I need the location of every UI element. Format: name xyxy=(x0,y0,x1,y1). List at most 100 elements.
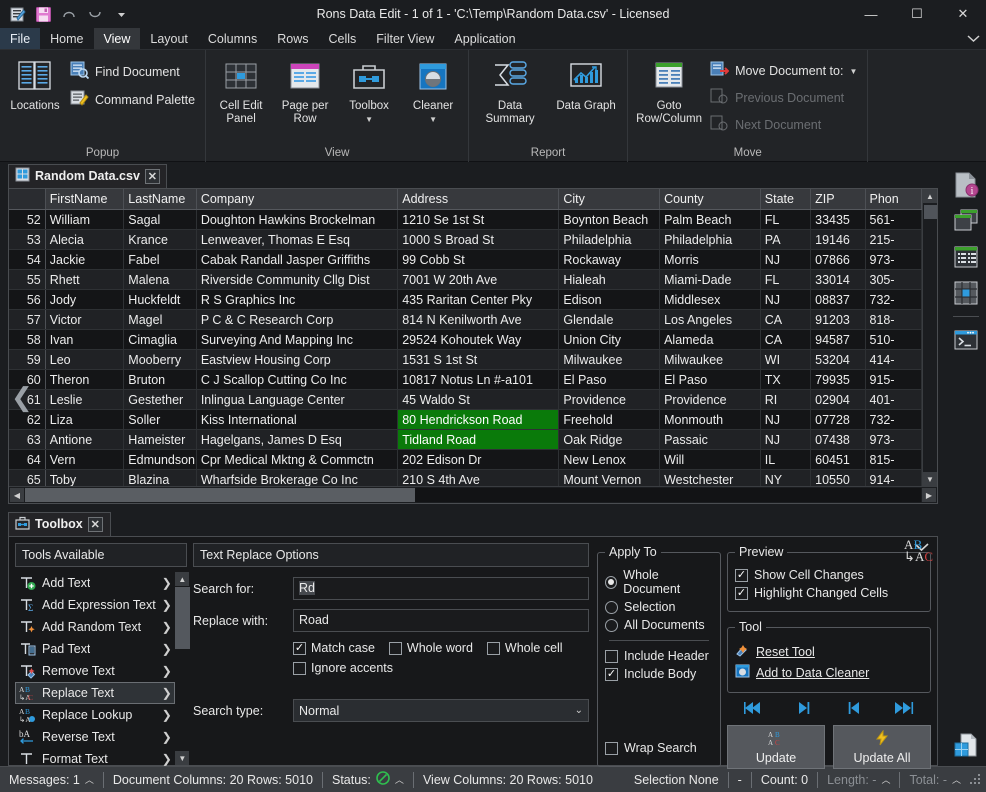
hscroll-thumb[interactable] xyxy=(25,488,415,502)
cell-state[interactable]: FL xyxy=(760,270,810,290)
cell-company[interactable]: Inlingua Language Center xyxy=(196,390,397,410)
cell-firstname[interactable]: Ivan xyxy=(45,330,124,350)
document-info-icon[interactable]: i xyxy=(951,170,981,200)
cell-company[interactable]: P C & C Research Corp xyxy=(196,310,397,330)
show-cell-changes-checkbox[interactable]: ✓ Show Cell Changes xyxy=(735,568,923,582)
match-case-checkbox[interactable]: ✓ Match case xyxy=(293,641,375,655)
tab-view[interactable]: View xyxy=(94,28,141,49)
tab-rows[interactable]: Rows xyxy=(267,28,318,49)
chevron-up-icon[interactable]: ︿ xyxy=(395,773,404,786)
status-length[interactable]: Length: - ︿ xyxy=(818,767,899,792)
cell-county[interactable]: Monmouth xyxy=(660,410,761,430)
cell-phone[interactable]: 818- xyxy=(865,310,922,330)
cell-zip[interactable]: 07866 xyxy=(811,250,865,270)
cell-firstname[interactable]: Vern xyxy=(45,450,124,470)
cell-company[interactable]: Eastview Housing Corp xyxy=(196,350,397,370)
cell-county[interactable]: Middlesex xyxy=(660,290,761,310)
cell-city[interactable]: El Paso xyxy=(559,370,660,390)
cell-zip[interactable]: 02904 xyxy=(811,390,865,410)
cell-city[interactable]: New Lenox xyxy=(559,450,660,470)
hscroll-track[interactable] xyxy=(25,488,921,502)
cell-county[interactable]: Will xyxy=(660,450,761,470)
cell-firstname[interactable]: Liza xyxy=(45,410,124,430)
ignore-accents-checkbox[interactable]: Ignore accents xyxy=(293,661,393,675)
selection-radio[interactable]: Selection xyxy=(605,600,713,614)
cell-lastname[interactable]: Blazina xyxy=(124,470,197,487)
cell-firstname[interactable]: Leslie xyxy=(45,390,124,410)
cell-zip[interactable]: 19146 xyxy=(811,230,865,250)
cell-company[interactable]: Riverside Community Cllg Dist xyxy=(196,270,397,290)
cell-firstname[interactable]: William xyxy=(45,210,124,230)
cell-lastname[interactable]: Soller xyxy=(124,410,197,430)
cell-company[interactable]: Kiss International xyxy=(196,410,397,430)
cell-firstname[interactable]: Jody xyxy=(45,290,124,310)
status-total[interactable]: Total: - ︿ xyxy=(900,767,970,792)
cell-zip[interactable]: 33014 xyxy=(811,270,865,290)
cell-phone[interactable]: 732- xyxy=(865,410,922,430)
table-row[interactable]: 55RhettMalenaRiverside Community Cllg Di… xyxy=(9,270,922,290)
tab-cells[interactable]: Cells xyxy=(319,28,367,49)
cell-address[interactable]: 80 Hendrickson Road xyxy=(398,410,559,430)
cell-state[interactable]: NJ xyxy=(760,290,810,310)
cell-phone[interactable]: 305- xyxy=(865,270,922,290)
cell-phone[interactable]: 510- xyxy=(865,330,922,350)
cell-lastname[interactable]: Cimaglia xyxy=(124,330,197,350)
column-header-address[interactable]: Address xyxy=(398,189,559,210)
chevron-right-icon[interactable]: ❯ xyxy=(162,708,172,722)
chevron-right-icon[interactable]: ❯ xyxy=(162,664,172,678)
chevron-up-icon[interactable]: ︿ xyxy=(85,773,94,786)
previous-document-button[interactable]: Previous Document xyxy=(708,86,863,110)
cell-zip[interactable]: 60451 xyxy=(811,450,865,470)
row-number[interactable]: 64 xyxy=(9,450,45,470)
cell-phone[interactable]: 561- xyxy=(865,210,922,230)
search-for-input[interactable]: Rd xyxy=(293,577,589,600)
tool-item-add-random-text[interactable]: Add Random Text❯ xyxy=(15,616,175,638)
chevron-down-icon[interactable] xyxy=(960,28,986,49)
whole-document-radio[interactable]: Whole Document xyxy=(605,568,713,596)
tool-item-remove-text[interactable]: Remove Text❯ xyxy=(15,660,175,682)
cell-address[interactable]: 435 Raritan Center Pky xyxy=(398,290,559,310)
column-header-state[interactable]: State xyxy=(760,189,810,210)
chevron-down-icon[interactable]: ▼ xyxy=(429,114,437,127)
cell-zip[interactable]: 91203 xyxy=(811,310,865,330)
chevron-right-icon[interactable]: ❯ xyxy=(162,576,172,590)
table-row[interactable]: 56JodyHuckfeldtR S Graphics Inc435 Rarit… xyxy=(9,290,922,310)
tool-item-add-text[interactable]: Add Text❯ xyxy=(15,572,175,594)
tab-application[interactable]: Application xyxy=(444,28,525,49)
cell-company[interactable]: Surveying And Mapping Inc xyxy=(196,330,397,350)
table-row[interactable]: 53AleciaKranceLenweaver, Thomas E Esq100… xyxy=(9,230,922,250)
row-number[interactable]: 59 xyxy=(9,350,45,370)
cell-lastname[interactable]: Fabel xyxy=(124,250,197,270)
windows-icon[interactable] xyxy=(951,206,981,236)
cell-zip[interactable]: 79935 xyxy=(811,370,865,390)
cell-company[interactable]: Doughton Hawkins Brockelman xyxy=(196,210,397,230)
highlight-changed-cells-checkbox[interactable]: ✓ Highlight Changed Cells xyxy=(735,586,923,600)
cell-state[interactable]: TX xyxy=(760,370,810,390)
column-header-county[interactable]: County xyxy=(660,189,761,210)
grid-vertical-scrollbar[interactable]: ▲ ▼ xyxy=(922,189,937,486)
table-row[interactable]: 57VictorMagelP C & C Research Corp814 N … xyxy=(9,310,922,330)
previous-change-button[interactable] xyxy=(844,701,864,719)
row-number[interactable]: 56 xyxy=(9,290,45,310)
cell-address[interactable]: 1531 S 1st St xyxy=(398,350,559,370)
cell-firstname[interactable]: Leo xyxy=(45,350,124,370)
data-graph-button[interactable]: Data Graph xyxy=(549,53,623,113)
move-document-to-button[interactable]: Move Document to: ▼ xyxy=(708,59,863,83)
chevron-right-icon[interactable]: ❯ xyxy=(162,752,172,766)
tab-file[interactable]: File xyxy=(0,28,40,49)
resize-grip-icon[interactable] xyxy=(970,774,982,786)
find-document-button[interactable]: Find Document xyxy=(68,59,201,84)
column-header-zip[interactable]: ZIP xyxy=(811,189,865,210)
page-per-row-button[interactable]: Page per Row xyxy=(274,53,336,125)
cleaner-button[interactable]: Cleaner ▼ xyxy=(402,53,464,126)
cell-address[interactable]: 202 Edison Dr xyxy=(398,450,559,470)
chevron-down-icon[interactable]: ▼ xyxy=(365,114,373,127)
cell-county[interactable]: Palm Beach xyxy=(660,210,761,230)
goto-row-column-button[interactable]: Goto Row/Column xyxy=(632,53,706,125)
cell-city[interactable]: Philadelphia xyxy=(559,230,660,250)
cell-state[interactable]: IL xyxy=(760,450,810,470)
toolbox-tab[interactable]: Toolbox ✕ xyxy=(8,512,111,536)
wrap-search-checkbox[interactable]: Wrap Search xyxy=(605,741,713,755)
cell-zip[interactable]: 94587 xyxy=(811,330,865,350)
scroll-right-button[interactable]: ▶ xyxy=(922,488,936,502)
